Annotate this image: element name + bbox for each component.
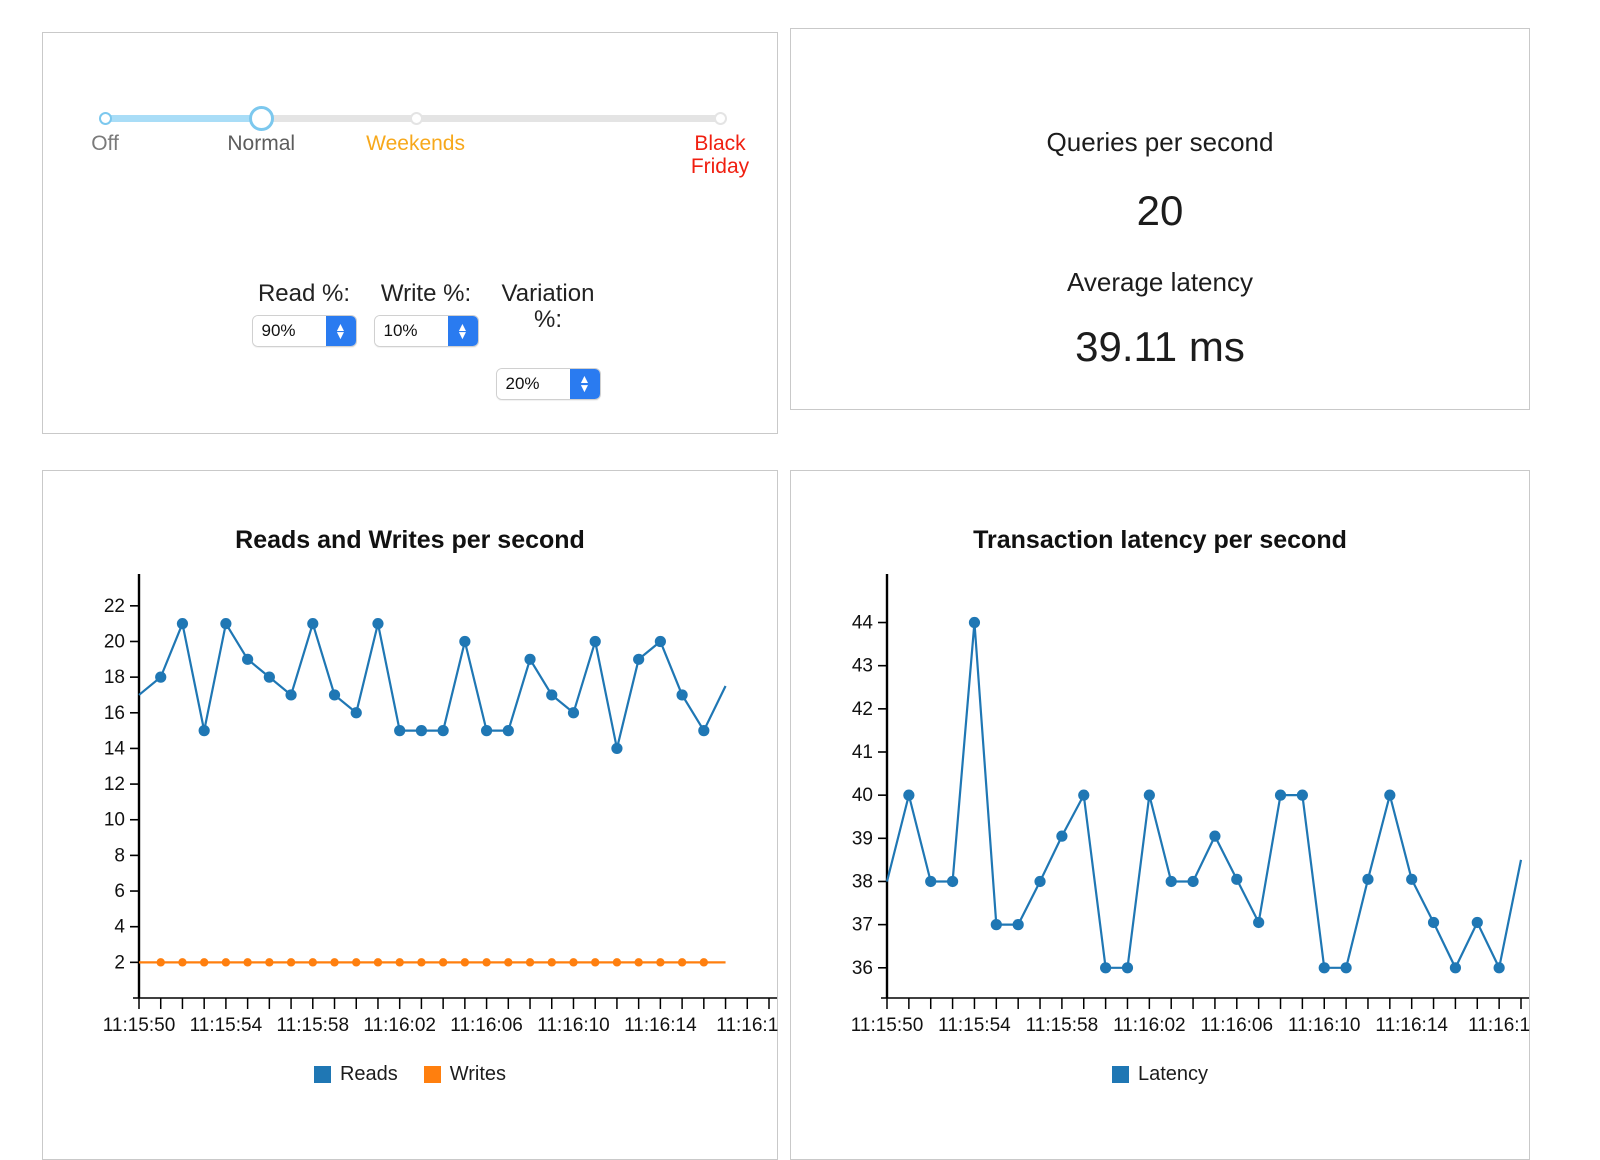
live-stats-panel: Queries per second 20 Average latency 39… <box>790 28 1530 410</box>
average-latency-label: Average latency <box>1067 267 1253 297</box>
variation-percent-stepper[interactable]: 20% ▲ ▼ <box>495 367 601 400</box>
variation-percent-label: Variation %: <box>501 280 595 334</box>
svg-text:36: 36 <box>852 958 873 979</box>
write-percent-field: Write %: 10% ▲ ▼ <box>365 280 487 348</box>
svg-text:20: 20 <box>104 631 125 652</box>
stepper-arrows-icon[interactable]: ▲ ▼ <box>447 316 478 347</box>
slider-label-weekends[interactable]: Weekends <box>356 132 476 156</box>
svg-text:11:16:02: 11:16:02 <box>1113 1015 1186 1036</box>
svg-text:11:16:1: 11:16:1 <box>1468 1015 1530 1036</box>
queries-per-second-label: Queries per second <box>1046 127 1274 157</box>
transaction-latency-legend: Latency <box>791 1063 1529 1086</box>
legend-swatch-latency <box>1111 1066 1129 1083</box>
legend-label-writes: Writes <box>449 1063 507 1085</box>
stepper-arrows-icon[interactable]: ▲ ▼ <box>569 368 600 399</box>
slider-stop-off[interactable] <box>99 112 112 125</box>
simulation-controls-panel: Off Normal Weekends Black Friday Read %:… <box>42 32 778 434</box>
svg-text:11:16:06: 11:16:06 <box>450 1015 523 1036</box>
reads-writes-chart: 2 4 6 8 10 12 14 16 18 20 22 11:15:50 11:15:54 11:15:… <box>103 574 778 1036</box>
load-profile-slider[interactable]: Off Normal Weekends Black Friday <box>91 101 749 178</box>
stepper-arrows-icon[interactable]: ▲ ▼ <box>325 316 356 347</box>
legend-label-reads: Reads <box>339 1063 398 1085</box>
svg-text:10: 10 <box>104 810 125 831</box>
svg-text:11:15:58: 11:15:58 <box>277 1015 350 1036</box>
queries-per-second-value: 20 <box>1136 187 1184 234</box>
read-percent-field: Read %: 90% ▲ ▼ <box>243 280 365 348</box>
percentage-fields-row: Read %: 90% ▲ ▼ Write %: 10% ▲ ▼ Variati… <box>243 280 663 400</box>
write-percent-label: Write %: <box>380 280 472 307</box>
chevron-down-icon[interactable]: ▼ <box>457 330 469 342</box>
svg-text:11:16:1: 11:16:1 <box>716 1015 778 1036</box>
variation-percent-field: Variation %: 20% ▲ ▼ <box>487 280 609 400</box>
svg-text:11:15:58: 11:15:58 <box>1026 1015 1099 1036</box>
svg-text:11:16:10: 11:16:10 <box>537 1015 610 1036</box>
svg-text:14: 14 <box>104 738 126 759</box>
slider-label-normal[interactable]: Normal <box>201 132 321 156</box>
svg-text:11:16:14: 11:16:14 <box>1375 1015 1448 1036</box>
svg-text:42: 42 <box>852 699 873 720</box>
svg-text:11:15:50: 11:15:50 <box>851 1015 924 1036</box>
svg-text:16: 16 <box>104 703 125 724</box>
svg-text:6: 6 <box>114 881 125 902</box>
svg-text:11:15:54: 11:15:54 <box>938 1015 1011 1036</box>
svg-text:11:16:10: 11:16:10 <box>1288 1015 1361 1036</box>
legend-item-writes[interactable]: Writes <box>423 1063 507 1086</box>
svg-text:11:16:02: 11:16:02 <box>363 1015 436 1036</box>
chevron-down-icon[interactable]: ▼ <box>335 330 347 342</box>
slider-stop-black-friday[interactable] <box>714 112 727 125</box>
svg-text:44: 44 <box>852 613 874 634</box>
legend-label-latency: Latency <box>1137 1063 1209 1085</box>
svg-text:11:16:14: 11:16:14 <box>624 1015 697 1036</box>
slider-fill <box>105 115 262 122</box>
svg-text:11:15:54: 11:15:54 <box>190 1015 263 1036</box>
svg-text:2: 2 <box>114 952 125 973</box>
reads-writes-chart-title: Reads and Writes per second <box>235 526 585 554</box>
legend-item-latency[interactable]: Latency <box>1111 1063 1209 1086</box>
svg-text:8: 8 <box>114 845 125 866</box>
svg-text:18: 18 <box>104 667 125 688</box>
svg-text:43: 43 <box>852 656 873 677</box>
slider-label-black-friday[interactable]: Black Friday <box>685 132 755 178</box>
transaction-latency-chart-panel: Transaction latency per second 36 37 38 39 4… <box>790 470 1530 1160</box>
svg-text:37: 37 <box>852 915 873 936</box>
svg-text:41: 41 <box>852 742 873 763</box>
read-percent-label: Read %: <box>257 280 351 307</box>
legend-swatch-writes <box>423 1066 441 1083</box>
svg-text:39: 39 <box>852 828 873 849</box>
svg-text:12: 12 <box>104 774 125 795</box>
svg-text:11:16:06: 11:16:06 <box>1201 1015 1274 1036</box>
svg-text:11:15:50: 11:15:50 <box>103 1015 176 1036</box>
read-percent-value[interactable]: 90% <box>252 316 326 347</box>
svg-text:4: 4 <box>114 917 125 938</box>
average-latency-value: 39.11 ms <box>1075 323 1245 370</box>
legend-swatch-reads <box>313 1066 331 1083</box>
variation-percent-value[interactable]: 20% <box>496 368 570 399</box>
reads-writes-legend: Reads Writes <box>43 1063 777 1086</box>
transaction-latency-chart: 36 37 38 39 40 41 42 43 44 11:15:50 11:15:54 11:15:… <box>851 574 1530 1036</box>
slider-label-off[interactable]: Off <box>45 132 165 156</box>
transaction-latency-chart-title: Transaction latency per second <box>973 526 1347 554</box>
chevron-down-icon[interactable]: ▼ <box>579 382 591 394</box>
write-percent-stepper[interactable]: 10% ▲ ▼ <box>373 315 479 348</box>
read-percent-stepper[interactable]: 90% ▲ ▼ <box>251 315 357 348</box>
svg-text:22: 22 <box>104 596 125 617</box>
legend-item-reads[interactable]: Reads <box>313 1063 398 1086</box>
svg-text:40: 40 <box>852 785 873 806</box>
reads-writes-chart-panel: Reads and Writes per second 2 4 6 8 10 12 14 16… <box>42 470 778 1160</box>
slider-stop-weekends[interactable] <box>409 112 423 125</box>
slider-handle[interactable] <box>249 106 275 131</box>
write-percent-value[interactable]: 10% <box>374 316 448 347</box>
svg-text:38: 38 <box>852 871 873 892</box>
